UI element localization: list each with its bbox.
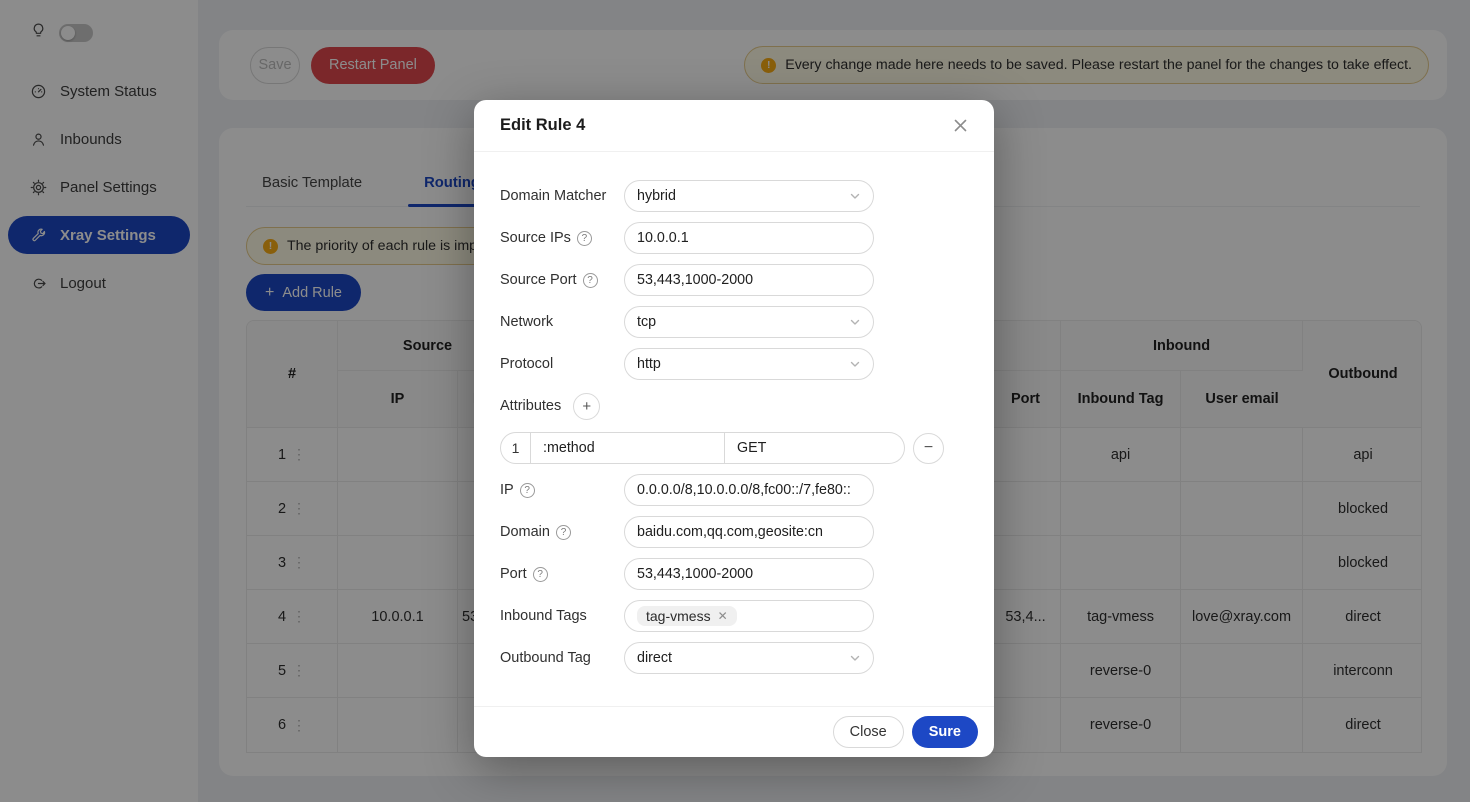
attribute-key-wrap [531, 432, 725, 464]
field-inbound-tags: Inbound Tags tag-vmess ✕ [500, 600, 968, 632]
field-source-port: Source Port? [500, 264, 968, 296]
attribute-value-wrap [725, 432, 905, 464]
domain-input-wrap [624, 516, 874, 548]
outbound-tag-select[interactable]: direct [624, 642, 874, 674]
field-source-ips: Source IPs? [500, 222, 968, 254]
field-label: Domain [500, 524, 550, 540]
selected-value: hybrid [637, 188, 676, 204]
field-outbound-tag: Outbound Tag direct [500, 642, 968, 674]
field-attributes: Attributes + [500, 390, 968, 422]
field-protocol: Protocol http [500, 348, 968, 380]
chevron-down-icon [849, 190, 861, 202]
modal-close-button[interactable]: Close [833, 716, 904, 748]
attribute-row: 1 − [500, 432, 968, 464]
field-domain-matcher: Domain Matcher hybrid [500, 180, 968, 212]
source-port-input-wrap [624, 264, 874, 296]
attribute-index: 1 [500, 432, 531, 464]
source-ips-input[interactable] [637, 230, 861, 246]
field-network: Network tcp [500, 306, 968, 338]
close-icon[interactable] [953, 118, 968, 133]
field-domain: Domain? [500, 516, 968, 548]
add-attribute-button[interactable]: + [573, 393, 600, 420]
help-icon[interactable]: ? [583, 273, 598, 288]
field-label: Source Port [500, 272, 577, 288]
ip-input-wrap [624, 474, 874, 506]
inbound-tags-select[interactable]: tag-vmess ✕ [624, 600, 874, 632]
attribute-value-input[interactable] [737, 440, 892, 456]
field-label: Port [500, 566, 527, 582]
help-icon[interactable]: ? [577, 231, 592, 246]
modal-header: Edit Rule 4 [474, 100, 994, 152]
help-icon[interactable]: ? [556, 525, 571, 540]
help-icon[interactable]: ? [520, 483, 535, 498]
remove-attribute-button[interactable]: − [913, 433, 944, 464]
modal-footer: Close Sure [474, 706, 994, 757]
source-ips-input-wrap [624, 222, 874, 254]
attribute-key-input[interactable] [543, 440, 712, 456]
selected-value: http [637, 356, 661, 372]
field-label: Protocol [500, 356, 624, 372]
port-input[interactable] [637, 566, 861, 582]
modal-body: Domain Matcher hybrid Source IPs? Source… [474, 152, 994, 706]
tag-chip-label: tag-vmess [646, 608, 711, 624]
remove-tag-icon[interactable]: ✕ [718, 609, 728, 623]
field-port: Port? [500, 558, 968, 590]
chevron-down-icon [849, 316, 861, 328]
chevron-down-icon [849, 652, 861, 664]
xray-settings-page: System Status Inbounds Panel Settings Xr… [0, 0, 1470, 802]
field-label: Source IPs [500, 230, 571, 246]
field-label: Domain Matcher [500, 188, 624, 204]
field-label: Attributes [500, 398, 561, 414]
protocol-select[interactable]: http [624, 348, 874, 380]
source-port-input[interactable] [637, 272, 861, 288]
selected-value: direct [637, 650, 672, 666]
modal-sure-button[interactable]: Sure [912, 716, 978, 748]
selected-value: tcp [637, 314, 656, 330]
help-icon[interactable]: ? [533, 567, 548, 582]
chevron-down-icon [849, 358, 861, 370]
field-label: Inbound Tags [500, 608, 624, 624]
field-label: IP [500, 482, 514, 498]
field-label: Network [500, 314, 624, 330]
network-select[interactable]: tcp [624, 306, 874, 338]
domain-matcher-select[interactable]: hybrid [624, 180, 874, 212]
field-label: Outbound Tag [500, 650, 624, 666]
port-input-wrap [624, 558, 874, 590]
field-ip: IP? [500, 474, 968, 506]
domain-input[interactable] [637, 524, 861, 540]
edit-rule-modal: Edit Rule 4 Domain Matcher hybrid Source… [474, 100, 994, 757]
modal-title: Edit Rule 4 [500, 116, 585, 135]
tag-chip: tag-vmess ✕ [637, 606, 737, 626]
ip-input[interactable] [637, 482, 861, 498]
